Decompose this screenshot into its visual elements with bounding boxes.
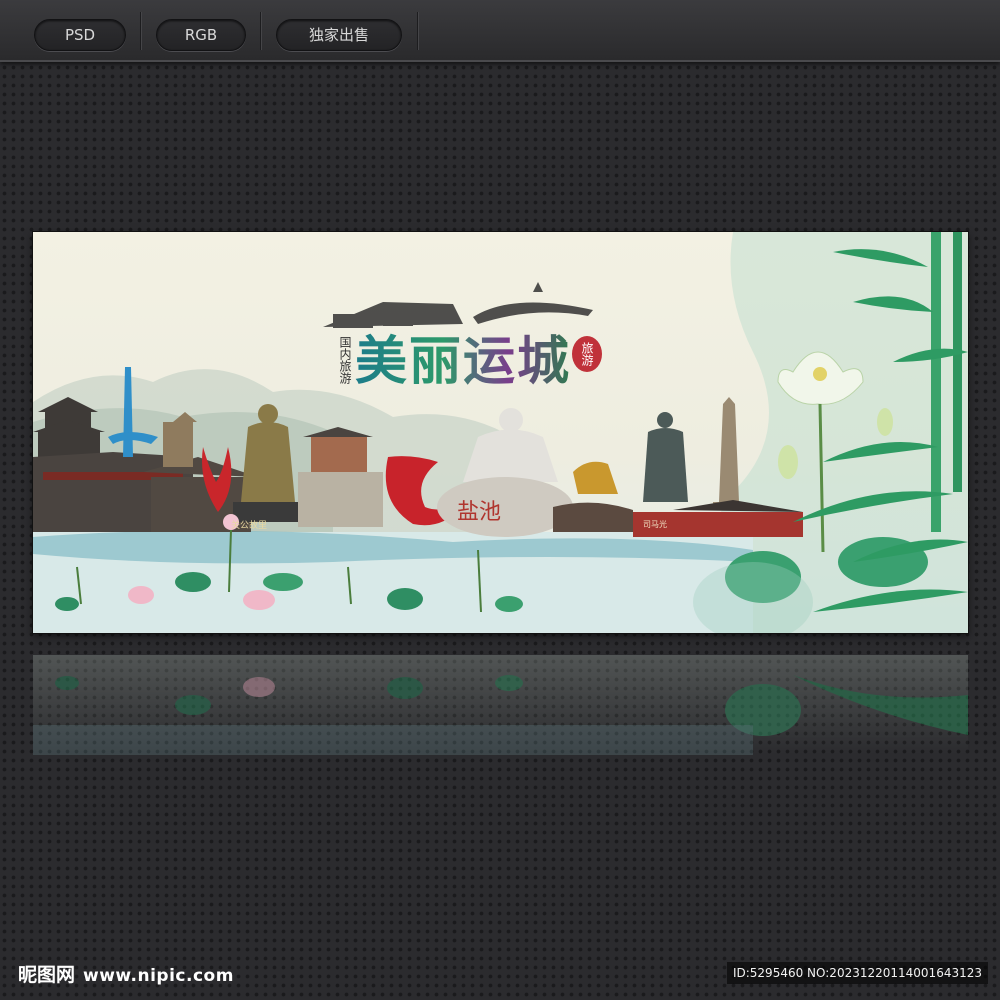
top-toolbar: PSD RGB 独家出售 xyxy=(0,0,1000,62)
temple-plaque: 司马光 xyxy=(643,520,667,529)
seal-badge: 旅游 xyxy=(572,336,602,372)
tab-rgb: RGB xyxy=(140,12,261,51)
rgb-button[interactable]: RGB xyxy=(156,19,246,51)
poster-artwork xyxy=(33,232,968,633)
image-id-label: ID:5295460 NO:20231220114001643123 xyxy=(726,962,988,984)
dark-statue-graphic xyxy=(643,412,688,502)
statue-plaque: 关公故里 xyxy=(231,521,268,531)
site-url[interactable]: www.nipic.com xyxy=(83,966,234,986)
horse-statue-graphic xyxy=(573,461,618,494)
nipic-logo: 昵图网 www.nipic.com xyxy=(18,960,234,986)
poster-preview: 盐池 关公故里 司马光 xyxy=(33,232,968,633)
exclusive-sale-button[interactable]: 独家出售 xyxy=(276,19,402,51)
poster-title: 美丽运城 xyxy=(355,333,575,391)
psd-button[interactable]: PSD xyxy=(34,19,126,51)
tab-exclusive: 独家出售 xyxy=(262,12,418,51)
rock-inscription: 盐池 xyxy=(457,500,502,525)
poster-reflection xyxy=(33,655,968,755)
tab-psd: PSD xyxy=(22,12,141,51)
reflection-artwork xyxy=(33,675,968,755)
logo-text: 昵图网 xyxy=(18,964,76,986)
ink-village-graphic xyxy=(323,282,593,328)
subtitle-vertical: 国内旅游 xyxy=(338,336,352,384)
